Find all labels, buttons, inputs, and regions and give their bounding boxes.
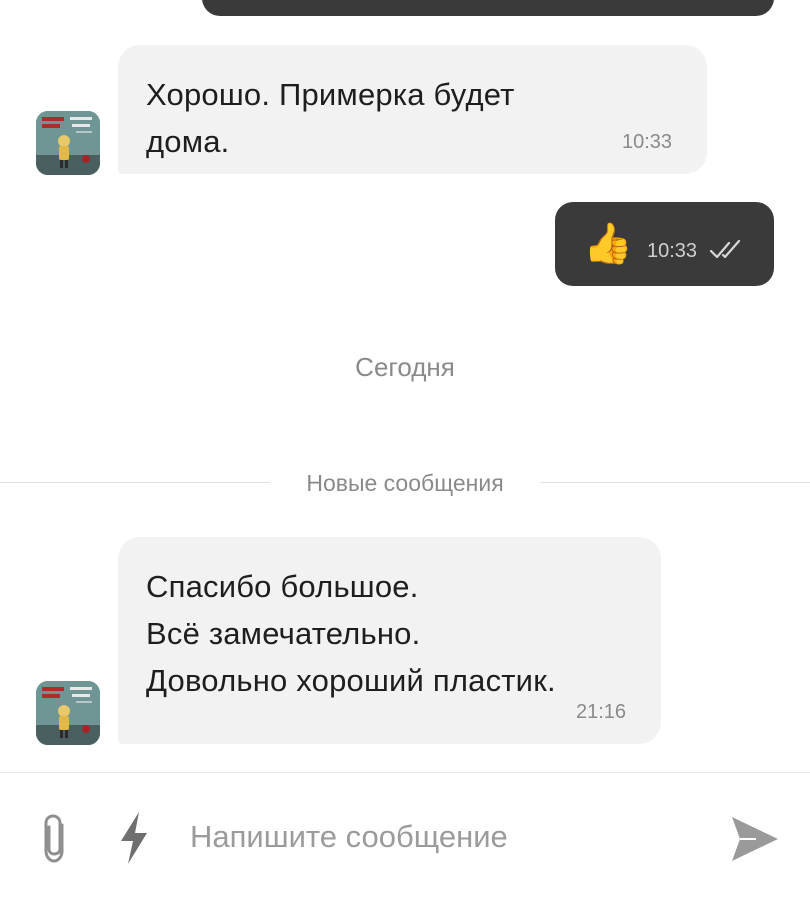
outgoing-message-partial[interactable] <box>202 0 774 16</box>
avatar[interactable] <box>36 681 100 745</box>
date-separator: Сегодня <box>355 352 455 382</box>
message-text: Спасибо большое. Всё замечательно. Довол… <box>146 569 556 698</box>
message-input[interactable] <box>190 811 690 863</box>
avatar-image <box>36 111 100 175</box>
message-text: Хорошо. Примерка будет дома. <box>146 77 515 159</box>
incoming-message[interactable]: Спасибо большое. Всё замечательно. Довол… <box>118 537 661 744</box>
message-time: 21:16 <box>576 701 627 723</box>
send-icon[interactable] <box>726 811 782 867</box>
new-messages-label: Новые сообщения <box>306 470 504 496</box>
avatar[interactable] <box>36 111 100 175</box>
lightning-icon[interactable] <box>114 809 154 867</box>
incoming-message[interactable]: Хорошо. Примерка будет дома. 10:33 <box>118 45 707 174</box>
chat-history[interactable]: Хорошо. Примерка будет дома. 10:33 👍 10:… <box>0 0 810 772</box>
double-check-icon <box>709 239 745 265</box>
message-time: 10:33 <box>647 240 698 262</box>
outgoing-message[interactable]: 👍 10:33 <box>555 202 774 286</box>
thumbs-up-emoji: 👍 <box>583 222 633 266</box>
avatar-image <box>36 681 100 745</box>
message-composer <box>0 772 810 899</box>
message-time: 10:33 <box>622 131 673 153</box>
paperclip-icon[interactable] <box>36 811 76 867</box>
